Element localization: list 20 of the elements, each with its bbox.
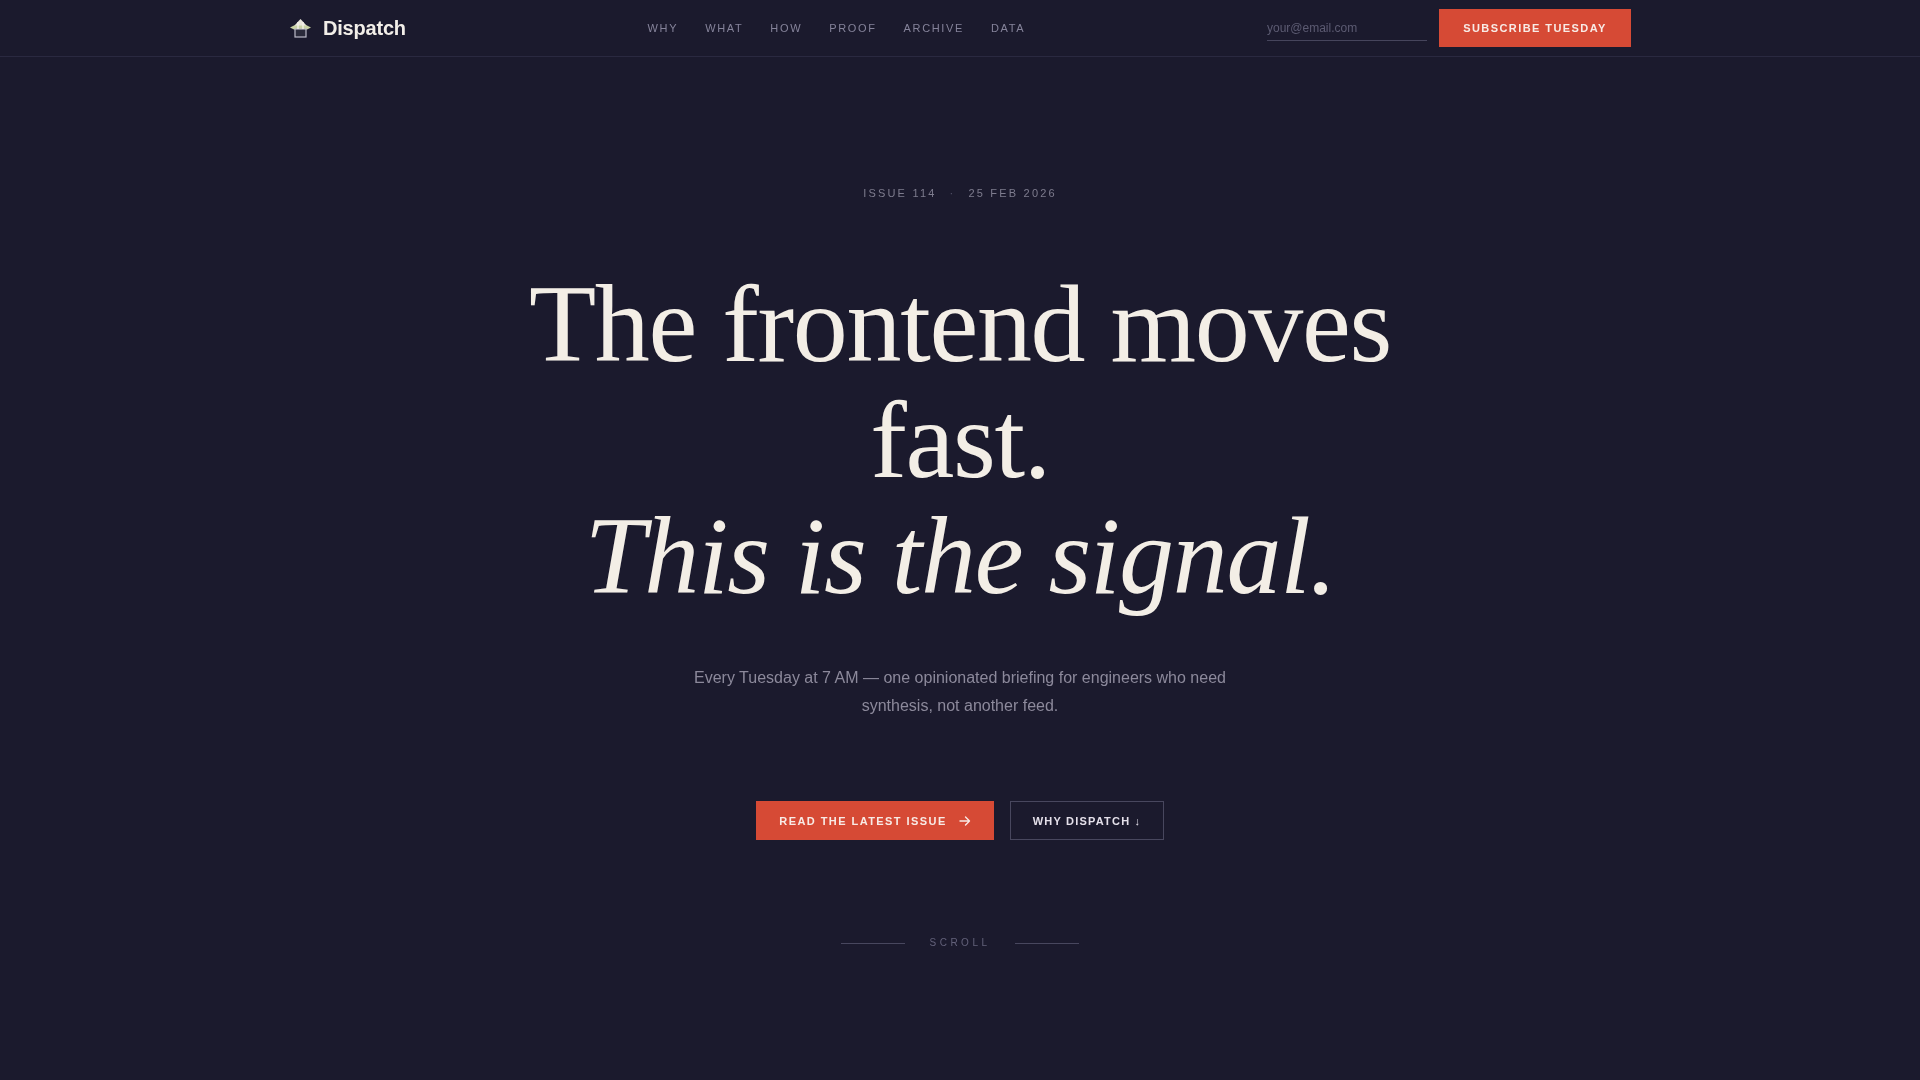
arrow-right-icon bbox=[958, 814, 971, 827]
headline: The frontend moves fast. bbox=[527, 266, 1393, 498]
nav-link[interactable]: ARCHIVE bbox=[903, 22, 964, 34]
nav-link[interactable]: HOW bbox=[770, 22, 803, 34]
headline-tagline: This is the signal. bbox=[584, 498, 1336, 614]
separator: · bbox=[949, 186, 956, 201]
issue-date: 25 FEB 2026 bbox=[968, 186, 1057, 201]
brand-name[interactable]: Dispatch bbox=[323, 16, 406, 40]
subtitle: Every Tuesday at 7 AM — one opinionated briefing for engineers who need synthesis, not another feed. bbox=[693, 668, 1227, 716]
issue-number: ISSUE 114 bbox=[863, 186, 937, 201]
why-dispatch-button[interactable]: WHY DISPATCH ↓ bbox=[1010, 801, 1164, 840]
nav-link[interactable]: WHY bbox=[647, 22, 679, 34]
nav-link[interactable]: DATA bbox=[991, 22, 1026, 34]
scroll-hint: SCROLL bbox=[929, 937, 991, 949]
read-latest-button[interactable]: READ THE LATEST ISSUE bbox=[756, 801, 994, 840]
email-field[interactable]: your@email.com bbox=[1267, 15, 1427, 41]
subscribe-button[interactable]: SUBSCRIBE TUESDAY bbox=[1439, 9, 1631, 47]
house-icon bbox=[289, 18, 312, 38]
nav-link[interactable]: WHAT bbox=[705, 22, 744, 34]
nav-link[interactable]: PROOF bbox=[829, 22, 877, 34]
